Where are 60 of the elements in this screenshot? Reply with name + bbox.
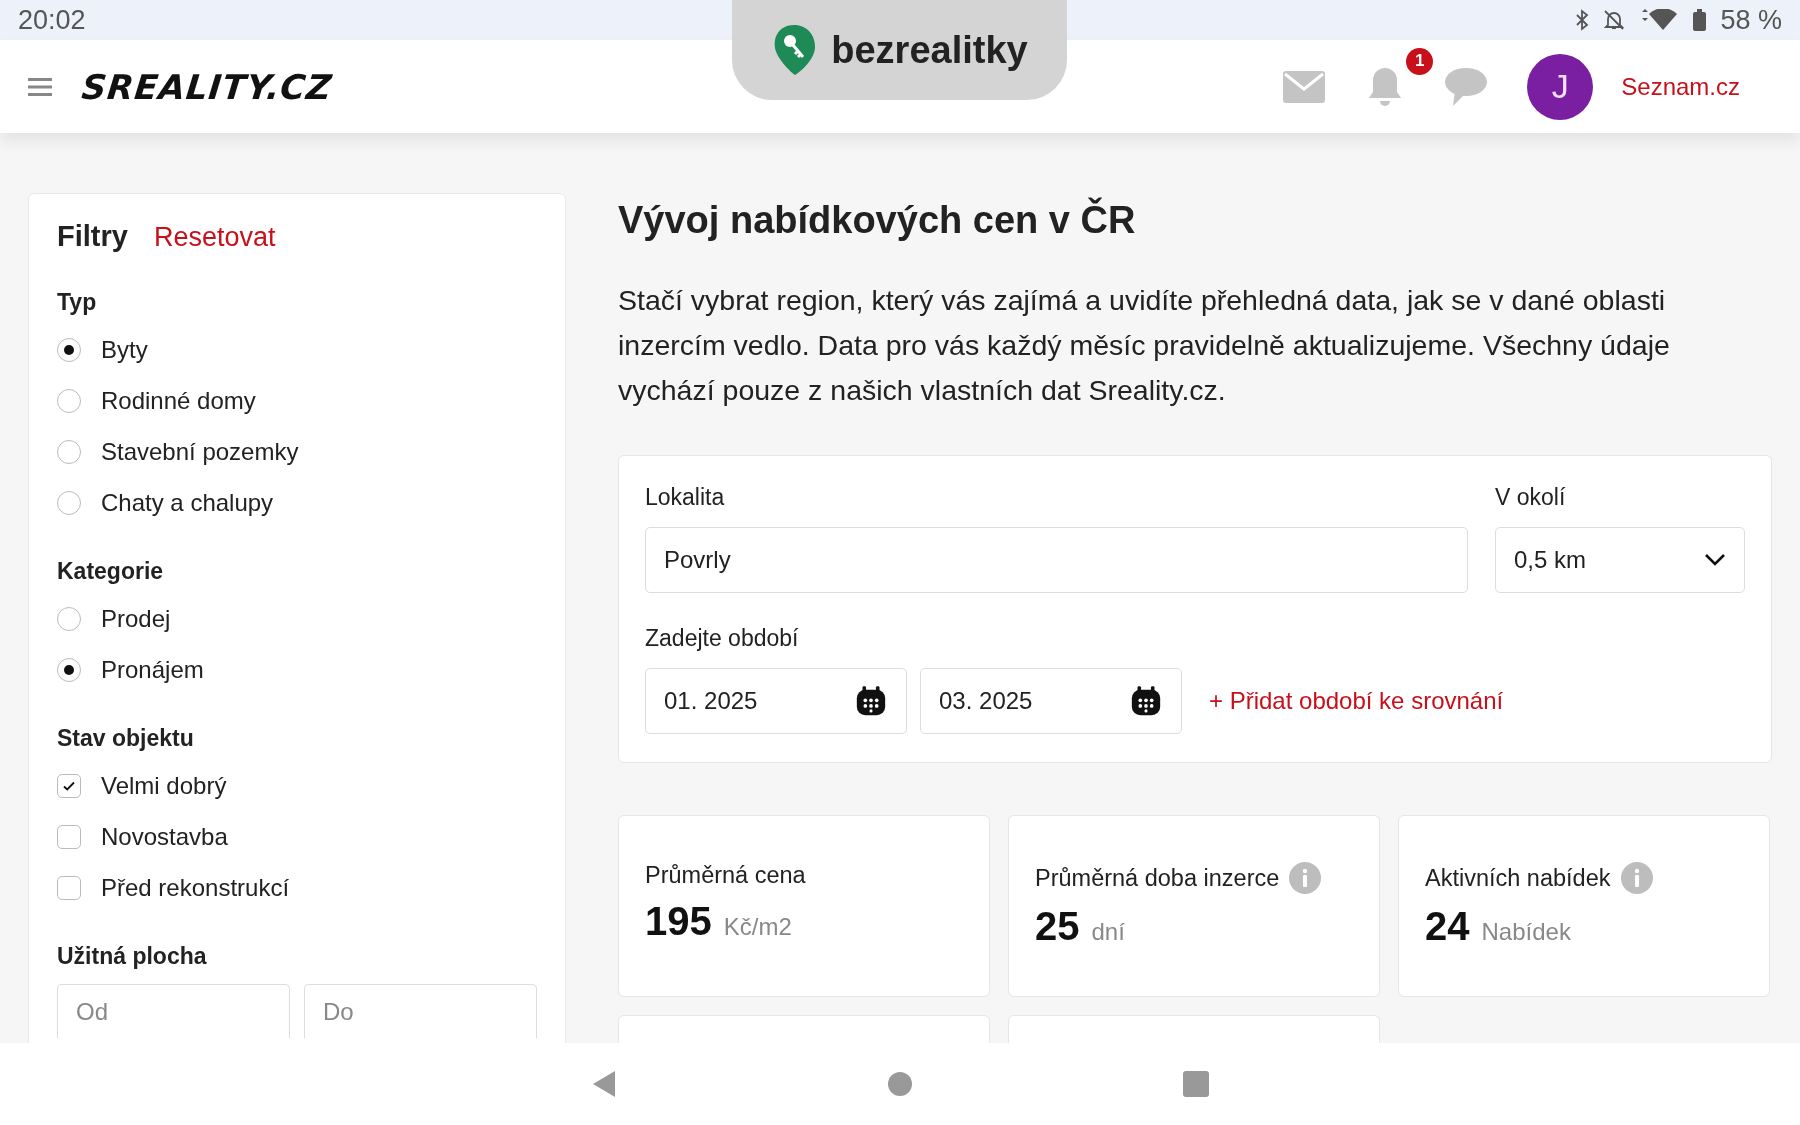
radius-dropdown[interactable]: 0,5 km	[1495, 527, 1745, 593]
battery-level: 58 %	[1720, 4, 1782, 36]
option-label: Rodinné domy	[101, 386, 256, 415]
option-label: Před rekonstrukcí	[101, 873, 290, 902]
recents-icon[interactable]	[1183, 1071, 1209, 1097]
section-heading: Kategorie	[57, 558, 165, 585]
app-tab[interactable]: bezrealitky	[732, 0, 1067, 100]
muted-bell-icon	[1603, 9, 1626, 31]
calendar-icon[interactable]	[1129, 684, 1163, 718]
stat-value: 195	[645, 899, 712, 944]
stat-unit: Kč/m2	[723, 913, 792, 941]
chevron-down-icon	[1704, 553, 1726, 567]
stat-label: Průměrná doba inzerce	[1035, 864, 1280, 892]
stat-label: Průměrná cena	[645, 862, 806, 889]
stat-unit: dní	[1091, 918, 1125, 946]
page-title: Vývoj nabídkových cen v ČR	[618, 196, 1137, 242]
section-heading: Stav objektu	[57, 725, 195, 752]
option-label: Pronájem	[101, 655, 204, 684]
checkbox[interactable]	[57, 773, 81, 798]
location-field[interactable]: Povrly	[645, 527, 1468, 593]
date-field[interactable]: 01. 2025	[645, 668, 907, 734]
battery-icon	[1693, 9, 1707, 31]
field-label: V okolí	[1495, 484, 1567, 511]
site-logo[interactable]: SREALITY.CZ	[79, 66, 335, 107]
input-field[interactable]: Do	[304, 984, 537, 1038]
info-icon[interactable]	[1620, 862, 1653, 894]
reset-link[interactable]: Resetovat	[153, 222, 276, 253]
option-label: Chaty a chalupy	[101, 488, 274, 517]
option-label: Prodej	[101, 604, 171, 633]
brand-name: bezrealitky	[831, 28, 1028, 72]
bluetooth-icon	[1575, 9, 1590, 31]
field-label: Zadejte období	[645, 625, 800, 652]
notification-badge: 1	[1406, 47, 1434, 75]
checkbox[interactable]	[57, 875, 81, 900]
menu-icon[interactable]	[28, 76, 52, 97]
info-icon[interactable]	[1289, 862, 1322, 894]
date-field[interactable]: 03. 2025	[920, 668, 1182, 734]
option-label: Byty	[101, 335, 148, 364]
seznam-link[interactable]: Seznam.cz	[1621, 72, 1740, 101]
stat-value: 24	[1425, 904, 1470, 949]
option-label: Stavební pozemky	[101, 437, 299, 466]
clock: 20:02	[18, 4, 86, 36]
section-heading: Typ	[57, 289, 98, 316]
stat-unit: Nabídek	[1481, 918, 1571, 946]
section-heading: Užitná plocha	[57, 943, 208, 970]
panel-title: Filtry	[57, 220, 128, 253]
user-avatar[interactable]: J	[1527, 53, 1594, 120]
add-period-link[interactable]: + Přidat období ke srovnání	[1209, 687, 1504, 715]
field-label: Lokalita	[645, 484, 726, 511]
mail-icon[interactable]	[1283, 70, 1326, 103]
option-label: Velmi dobrý	[101, 771, 227, 800]
input-field[interactable]: Od	[57, 984, 290, 1038]
calendar-icon[interactable]	[854, 684, 888, 718]
option-label: Novostavba	[101, 822, 228, 851]
stat-value: 25	[1035, 904, 1080, 949]
chat-icon[interactable]	[1445, 66, 1488, 107]
intro-paragraph: Stačí vybrat region, který vás zajímá a uvidíte přehledná data, jak se v dané oblasti inzercím vedlo. Data pro vás každý měsíc pravidelně aktualizujeme. Všechny údaje vychází pouze z našich vlastních dat Sreality.cz.	[618, 283, 1671, 408]
home-icon[interactable]	[887, 1071, 913, 1097]
checkbox[interactable]	[57, 824, 81, 849]
stat-label: Aktivních nabídek	[1425, 864, 1611, 892]
